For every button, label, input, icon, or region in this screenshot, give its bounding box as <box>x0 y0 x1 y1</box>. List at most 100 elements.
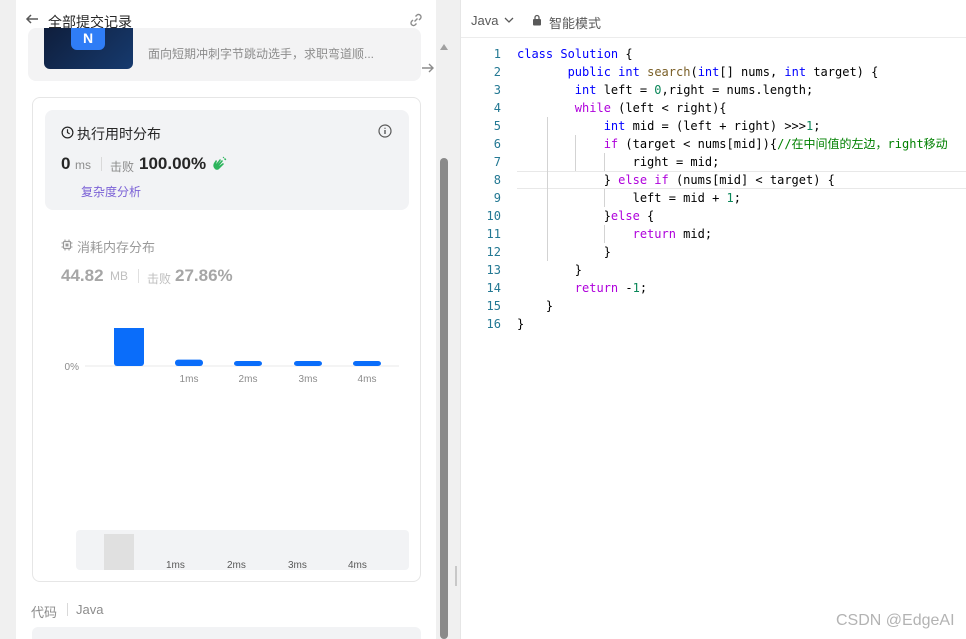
line-number: 6 <box>493 137 501 151</box>
code-token: class <box>517 47 554 61</box>
memory-title[interactable]: 消耗内存分布 <box>77 237 155 256</box>
code-line[interactable]: 12 } <box>461 243 966 261</box>
code-line[interactable]: 3 int left = 0,right = nums.length; <box>461 81 966 99</box>
code-line[interactable]: 8 } else if (nums[mid] < target) { <box>461 171 966 189</box>
code-section-language: Java <box>76 602 104 617</box>
line-content: } <box>517 315 524 333</box>
resizer-grip[interactable] <box>455 566 457 586</box>
chart-bar <box>175 359 203 366</box>
code-token: } <box>517 173 619 187</box>
editor-toolbar: Java 智能模式 <box>461 0 966 38</box>
runtime-histogram[interactable]: 0%50%100%1ms2ms3ms4ms <box>33 328 422 528</box>
chip-icon <box>61 239 73 251</box>
runtime-title: 执行用时分布 <box>77 126 161 142</box>
divider <box>67 603 68 616</box>
code-line[interactable]: 7 right = mid; <box>461 153 966 171</box>
code-line[interactable]: 4 while (left < right){ <box>461 99 966 117</box>
code-line[interactable]: 11 return mid; <box>461 225 966 243</box>
code-token: 0 <box>654 83 662 97</box>
share-link-icon[interactable] <box>408 12 424 28</box>
promo-logo: N <box>71 28 105 50</box>
runtime-distribution[interactable]: 执行用时分布 0 ms 击败 100.00% 复杂度分析 <box>45 110 409 210</box>
code-token: (target < nums[mid]){ <box>618 137 778 151</box>
code-line[interactable]: 10 }else { <box>461 207 966 225</box>
code-token: int <box>603 119 626 133</box>
code-line[interactable]: 6 if (target < nums[mid]){//在中间值的左边，righ… <box>461 135 966 153</box>
info-icon[interactable] <box>378 124 392 138</box>
panel-resizer[interactable] <box>452 0 460 639</box>
line-number: 12 <box>486 245 501 259</box>
arrow-left-icon[interactable] <box>24 11 40 27</box>
line-content: if (target < nums[mid]){//在中间值的左边，right移… <box>517 135 948 153</box>
code-line[interactable]: 9 left = mid + 1; <box>461 189 966 207</box>
navigator-label: 2ms <box>227 560 246 571</box>
code-token: } <box>517 299 554 313</box>
divider <box>101 157 102 171</box>
language-select[interactable]: Java <box>471 13 498 28</box>
promo-text: 面向短期冲刺字节跳动选手，求职弯道顺... <box>148 47 375 61</box>
code-token: ( <box>690 65 698 79</box>
line-number: 10 <box>486 209 501 223</box>
line-content: } <box>517 297 553 315</box>
code-token: } <box>517 317 525 331</box>
lock-icon <box>533 14 541 26</box>
divider <box>138 269 139 283</box>
line-content: int left = 0,right = nums.length; <box>517 81 813 99</box>
code-line[interactable]: 13 } <box>461 261 966 279</box>
promo-image: N <box>44 28 133 69</box>
code-token: Solution <box>560 47 619 61</box>
code-token: ; <box>813 119 821 133</box>
code-token: if <box>603 137 619 151</box>
chart-bar <box>294 361 322 366</box>
code-token: left = <box>596 83 655 97</box>
x-tick-label: 1ms <box>180 374 199 385</box>
line-number: 3 <box>493 83 501 97</box>
line-content: }else { <box>517 207 655 225</box>
code-editor-panel: Java 智能模式 1 class Solution {2 public int … <box>460 0 966 639</box>
code-token: left = mid + <box>517 191 727 205</box>
code-token: } <box>517 263 583 277</box>
code-line[interactable]: 15 } <box>461 297 966 315</box>
arrow-right-icon[interactable] <box>420 60 436 76</box>
navigator-label: 1ms <box>166 560 185 571</box>
chevron-down-icon[interactable] <box>504 16 514 24</box>
code-line[interactable]: 2 public int search(int[] nums, int targ… <box>461 63 966 81</box>
code-token: 1 <box>726 191 734 205</box>
navigator-label: 3ms <box>288 560 307 571</box>
line-number: 1 <box>493 47 501 61</box>
code-token: int <box>784 65 807 79</box>
code-token: [] nums, <box>719 65 785 79</box>
range-handle[interactable] <box>104 534 134 570</box>
code-token: int <box>618 65 640 79</box>
code-line[interactable]: 16} <box>461 315 966 333</box>
code-line[interactable]: 1 class Solution { <box>461 45 966 63</box>
code-token: target) { <box>806 65 879 79</box>
code-line[interactable]: 5 int mid = (left + right) >>>1; <box>461 117 966 135</box>
code-token: 1 <box>632 281 640 295</box>
scroll-up-arrow-icon[interactable] <box>440 44 448 50</box>
code-line[interactable]: 14 return -1; <box>461 279 966 297</box>
navigator-label: 4ms <box>348 560 367 571</box>
runtime-beat-label: 击败 <box>110 160 135 174</box>
line-number: 13 <box>486 263 501 277</box>
line-number: 4 <box>493 101 501 115</box>
code-token: return <box>574 281 619 295</box>
line-content: int mid = (left + right) >>>1; <box>517 117 821 135</box>
code-token: mid = (left + right) >>> <box>625 119 807 133</box>
line-content: } else if (nums[mid] < target) { <box>517 171 835 189</box>
code-token: { <box>639 209 655 223</box>
code-token: int <box>574 83 597 97</box>
memory-unit: MB <box>110 269 128 283</box>
chart-range-navigator[interactable]: 1ms 2ms 3ms 4ms <box>76 530 409 571</box>
code-token: - <box>618 281 633 295</box>
code-token: ,right = nums.length; <box>661 83 814 97</box>
line-content: while (left < right){ <box>517 99 727 117</box>
smart-mode-toggle[interactable]: 智能模式 <box>549 13 601 32</box>
scrollbar-thumb[interactable] <box>440 158 448 639</box>
complexity-analysis-link[interactable]: 复杂度分析 <box>81 183 141 200</box>
runtime-value: 0 <box>61 154 71 173</box>
code-token: mid; <box>675 227 713 241</box>
